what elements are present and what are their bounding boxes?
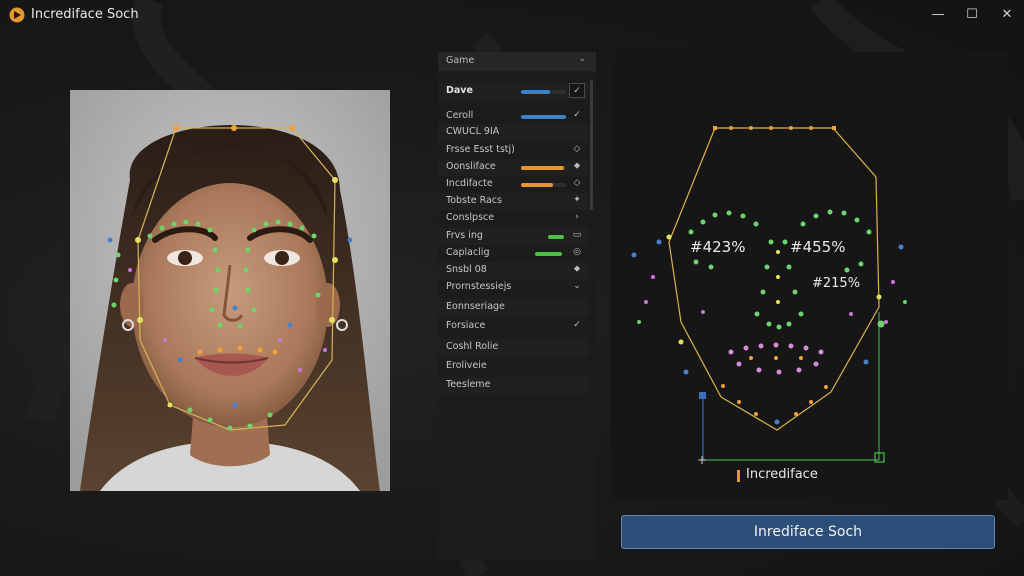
title-bar: Incrediface Soch — ☐ ✕ — [0, 0, 1024, 30]
settings-row-control-icon[interactable]: ✓ — [569, 83, 585, 98]
settings-slider[interactable] — [521, 166, 566, 170]
settings-row-label: Prornstessiejs — [446, 281, 512, 292]
settings-header-label: Game — [446, 55, 475, 66]
svg-text:+: + — [697, 453, 707, 467]
settings-slider-fill — [521, 115, 566, 119]
settings-row[interactable]: Snsbl 08 ⬥ — [438, 262, 588, 279]
settings-slider[interactable] — [521, 90, 566, 94]
settings-row-control-icon[interactable]: ✓ — [569, 318, 585, 333]
mesh-caption: Incrediface — [746, 467, 818, 482]
face-photo-image — [70, 90, 390, 491]
settings-slider-fill — [548, 235, 564, 239]
settings-row-label: Ceroll — [446, 110, 474, 121]
settings-row-label: Coshl Rolie — [446, 341, 499, 352]
settings-header-dropdown[interactable]: Game ⌄ — [438, 52, 596, 71]
settings-slider-fill — [521, 183, 554, 187]
incrediface-search-button[interactable]: Inrediface Soch — [621, 515, 995, 549]
settings-row-control-icon[interactable]: ◇ — [569, 176, 585, 191]
settings-row[interactable]: Incdifacte ◇ — [438, 176, 588, 193]
minimize-button[interactable]: — — [926, 5, 950, 25]
settings-row[interactable]: Eroliveie — [438, 358, 588, 375]
face-photo — [70, 90, 390, 491]
settings-row[interactable]: Forsiace ✓ — [438, 318, 588, 335]
settings-row-label: Forsiace — [446, 320, 486, 331]
settings-row[interactable]: Coshl Rolie — [438, 339, 588, 356]
minimize-icon: — — [931, 7, 945, 22]
settings-row-control-icon[interactable]: ◇ — [569, 142, 585, 157]
settings-row[interactable]: Frsse Esst tstj) ◇ — [438, 142, 588, 159]
close-icon: ✕ — [1001, 7, 1013, 22]
settings-row-control-icon[interactable]: ⬥ — [569, 159, 585, 174]
settings-row-label: Dave — [446, 85, 473, 96]
settings-row-label: Snsbl 08 — [446, 264, 487, 275]
settings-slider[interactable] — [521, 183, 566, 187]
settings-row-label: Eroliveie — [446, 360, 487, 371]
window-title: Incrediface Soch — [31, 7, 139, 22]
chevron-down-icon: ⌄ — [578, 54, 586, 64]
settings-scrollbar[interactable] — [590, 80, 593, 210]
settings-row-label: Teesleme — [446, 379, 491, 390]
maximize-button[interactable]: ☐ — [960, 5, 984, 25]
settings-slider-fill — [521, 166, 564, 170]
settings-row[interactable]: Dave ✓ — [438, 83, 588, 100]
settings-slider[interactable] — [521, 235, 566, 239]
settings-row[interactable]: Conslpsce › — [438, 210, 588, 227]
app-window: Incrediface Soch — ☐ ✕ Game ⌄ Dave ✓ Cer… — [0, 0, 1024, 576]
settings-row[interactable]: Ceroll ✓ — [438, 108, 588, 125]
settings-row-label: Oonsliface — [446, 161, 496, 172]
app-logo-icon — [9, 7, 25, 23]
caption-marker — [737, 470, 740, 482]
left-eye-percentage: #423% — [690, 238, 746, 256]
settings-row-control-icon[interactable]: ✦ — [569, 193, 585, 208]
settings-row[interactable]: Teesleme — [438, 377, 588, 394]
settings-row-control-icon[interactable]: ⬥ — [569, 262, 585, 277]
settings-row-label: CWUCL 9IA — [446, 126, 500, 137]
settings-row-label: Eonnseriage — [446, 301, 505, 312]
settings-row[interactable]: Oonsliface ⬥ — [438, 159, 588, 176]
settings-row-label: Tobste Racs — [446, 195, 502, 206]
maximize-icon: ☐ — [966, 7, 978, 22]
settings-row-control-icon[interactable]: ◎ — [569, 245, 585, 260]
settings-row[interactable]: Prornstessiejs ⌄ — [438, 279, 588, 296]
settings-row-label: Frsse Esst tstj) — [446, 144, 515, 155]
face-mesh-view: + — [631, 126, 907, 467]
settings-row[interactable]: Tobste Racs ✦ — [438, 193, 588, 210]
nose-percentage: #215% — [812, 276, 861, 291]
face-mesh-panel: + — [611, 52, 1008, 500]
settings-row[interactable]: Eonnseriage — [438, 299, 588, 316]
right-eye-percentage: #455% — [790, 238, 846, 256]
settings-slider-fill — [534, 252, 562, 256]
settings-row[interactable]: Caplaclig ◎ — [438, 245, 588, 262]
settings-slider-fill — [521, 90, 551, 94]
settings-row-control-icon[interactable]: › — [569, 210, 585, 225]
settings-slider[interactable] — [521, 115, 566, 119]
settings-row-label: Caplaclig — [446, 247, 490, 258]
settings-row-label: Conslpsce — [446, 212, 495, 223]
settings-slider[interactable] — [521, 252, 566, 256]
settings-row[interactable]: Frvs ing ▭ — [438, 228, 588, 245]
settings-row-control-icon[interactable]: ⌄ — [569, 279, 585, 294]
settings-row-label: Incdifacte — [446, 178, 493, 189]
settings-row-control-icon[interactable]: ▭ — [569, 228, 585, 243]
close-button[interactable]: ✕ — [995, 5, 1019, 25]
settings-row[interactable]: CWUCL 9IA — [438, 124, 588, 141]
settings-row-label: Frvs ing — [446, 230, 483, 241]
settings-row-control-icon[interactable]: ✓ — [569, 108, 585, 123]
